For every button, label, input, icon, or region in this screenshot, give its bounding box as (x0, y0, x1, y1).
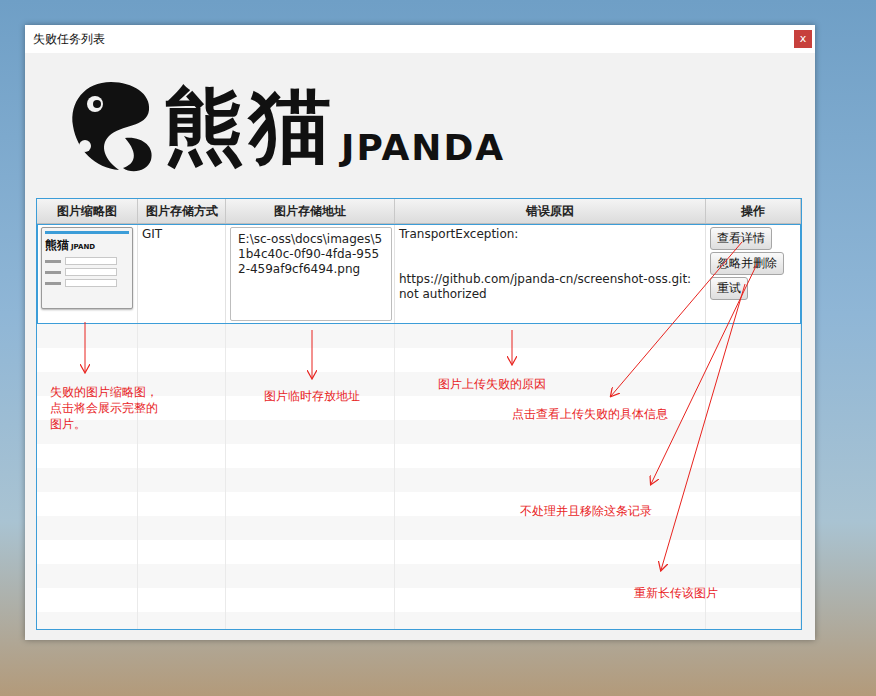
empty-row (37, 324, 801, 348)
action-button[interactable]: 查看详情 (710, 227, 772, 250)
thumbnail-cell: 熊猫JPAND (37, 224, 138, 324)
desktop: 失败任务列表x熊猫JPANDA图片缩略图图片存储方式图片存储地址错误原因操作熊猫… (0, 0, 876, 696)
column-header[interactable]: 图片存储地址 (226, 199, 395, 223)
close-button[interactable]: x (794, 30, 812, 48)
annotation-note: 失败的图片缩略图，点击将会展示完整的图片。 (50, 384, 158, 432)
annotation-arrow-icon (661, 284, 745, 570)
logo: 熊猫JPANDA (25, 53, 815, 198)
annotation-arrow-icon (85, 322, 86, 372)
table-row[interactable]: 熊猫JPAND GITE:\sc-oss\docs\images\51b4c40c… (37, 224, 801, 324)
column-header[interactable]: 图片存储方式 (138, 199, 226, 223)
empty-row (37, 492, 801, 516)
error-title: TransportException: (399, 227, 518, 242)
window-title: 失败任务列表 (33, 31, 105, 48)
empty-row (37, 420, 801, 444)
empty-row (37, 444, 801, 468)
actions-cell: 查看详情忽略并删除重试 (706, 224, 801, 324)
empty-row (37, 612, 801, 630)
annotation-arrow-icon (312, 330, 313, 378)
empty-row (37, 564, 801, 588)
failed-tasks-window: 失败任务列表x熊猫JPANDA图片缩略图图片存储方式图片存储地址错误原因操作熊猫… (25, 25, 815, 640)
empty-row (37, 348, 801, 372)
empty-row (37, 468, 801, 492)
annotation-note: 图片临时存放地址 (264, 388, 384, 404)
storage-cell: GIT (138, 224, 226, 324)
panda-logo-icon (65, 76, 157, 176)
column-header[interactable]: 操作 (706, 199, 801, 223)
table-header: 图片缩略图图片存储方式图片存储地址错误原因操作 (37, 199, 801, 224)
path-cell: E:\sc-oss\docs\images\51b4c40c-0f90-4fda… (226, 224, 395, 324)
logo-name: 熊猫 (163, 85, 335, 167)
thumbnail[interactable]: 熊猫JPAND (41, 227, 133, 309)
column-header[interactable]: 错误原因 (395, 199, 706, 223)
column-header[interactable]: 图片缩略图 (37, 199, 138, 223)
error-cell: TransportException: https://github.com/jp… (395, 224, 706, 324)
annotation-note: 图片上传失败的原因 (438, 376, 578, 392)
annotation-note: 重新长传该图片 (634, 585, 754, 601)
annotation-note: 不处理并且移除这条记录 (520, 503, 680, 519)
annotation-note: 点击查看上传失败的具体信息 (512, 406, 692, 422)
thumbnail-logo: 熊猫JPAND (45, 237, 129, 254)
error-detail: https://github.com/jpanda-cn/screenshot-… (399, 272, 701, 302)
annotation-arrow-icon (651, 264, 757, 484)
logo-latin: JPANDA (341, 127, 505, 168)
annotation-arrow-icon (512, 330, 513, 364)
annotation-arrow-icon (611, 242, 742, 396)
title-bar: 失败任务列表 x (25, 25, 815, 53)
path-field[interactable]: E:\sc-oss\docs\images\51b4c40c-0f90-4fda… (230, 227, 392, 321)
annotation-arrows (0, 0, 876, 696)
empty-row (37, 516, 801, 540)
empty-row (37, 540, 801, 564)
action-button[interactable]: 重试 (710, 277, 748, 300)
action-button[interactable]: 忽略并删除 (710, 252, 784, 275)
